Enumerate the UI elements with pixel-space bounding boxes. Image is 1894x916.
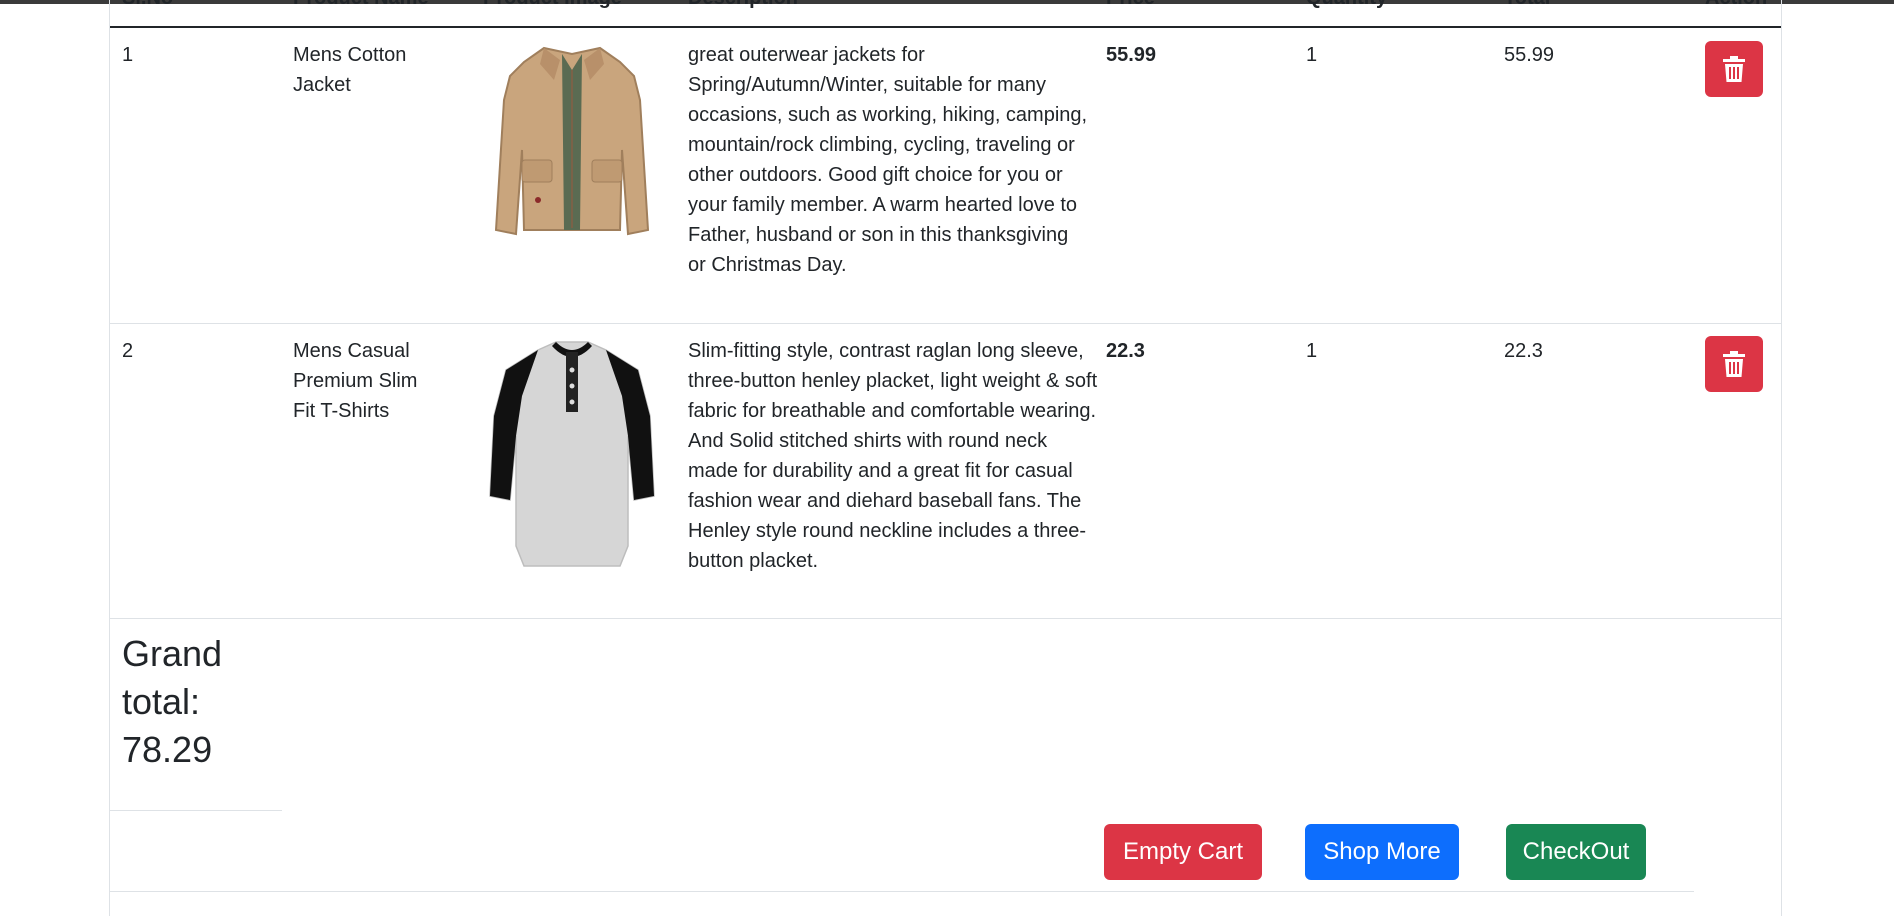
- table-row: 2 Mens Casual Premium Slim Fit T-Shirts …: [110, 324, 1781, 619]
- cart-table: Sl.No Product Name Product Image Descrip…: [109, 0, 1782, 916]
- divider: [110, 891, 1694, 892]
- row-slno: 2: [122, 340, 134, 362]
- row-price: 55.99: [1106, 44, 1157, 66]
- row-quantity: 1: [1306, 340, 1318, 362]
- trash-icon: [1723, 56, 1745, 82]
- row-price: 22.3: [1106, 340, 1145, 362]
- grand-total-value: 78.29: [122, 729, 213, 770]
- row-product-name: Mens Casual Premium Slim Fit T-Shirts: [293, 340, 418, 422]
- header-action: Action: [1705, 0, 1767, 8]
- row-quantity: 1: [1306, 44, 1318, 66]
- trash-icon: [1723, 351, 1745, 377]
- row-product-name: Mens Cotton Jacket: [293, 44, 407, 96]
- row-description: great outerwear jackets for Spring/Autum…: [688, 44, 1088, 276]
- header-product-name: Product Name: [293, 0, 429, 8]
- delete-item-button[interactable]: [1705, 41, 1763, 97]
- table-row: 1 Mens Cotton Jacket great outerwear jac…: [110, 28, 1781, 324]
- shop-more-button[interactable]: Shop More: [1305, 824, 1459, 880]
- tshirt-image: [482, 336, 662, 576]
- checkout-button[interactable]: CheckOut: [1506, 824, 1646, 880]
- header-price: Price: [1106, 0, 1155, 8]
- header-description: Description: [688, 0, 798, 8]
- grand-total-label: Grand total:: [122, 633, 223, 722]
- empty-cart-button[interactable]: Empty Cart: [1104, 824, 1262, 880]
- grand-total: Grand total: 78.29: [122, 630, 262, 774]
- table-header: Sl.No Product Name Product Image Descrip…: [110, 0, 1781, 28]
- divider: [110, 810, 282, 811]
- row-slno: 1: [122, 44, 134, 66]
- row-total: 55.99: [1504, 44, 1555, 66]
- header-quantity: Quantity: [1306, 0, 1387, 8]
- row-description: Slim-fitting style, contrast raglan long…: [688, 340, 1098, 572]
- row-total: 22.3: [1504, 340, 1543, 362]
- delete-item-button[interactable]: [1705, 336, 1763, 392]
- jacket-image: [482, 40, 662, 240]
- header-product-image: Product Image: [483, 0, 622, 8]
- header-total: Total: [1504, 0, 1550, 8]
- header-slno: Sl.No: [122, 0, 173, 8]
